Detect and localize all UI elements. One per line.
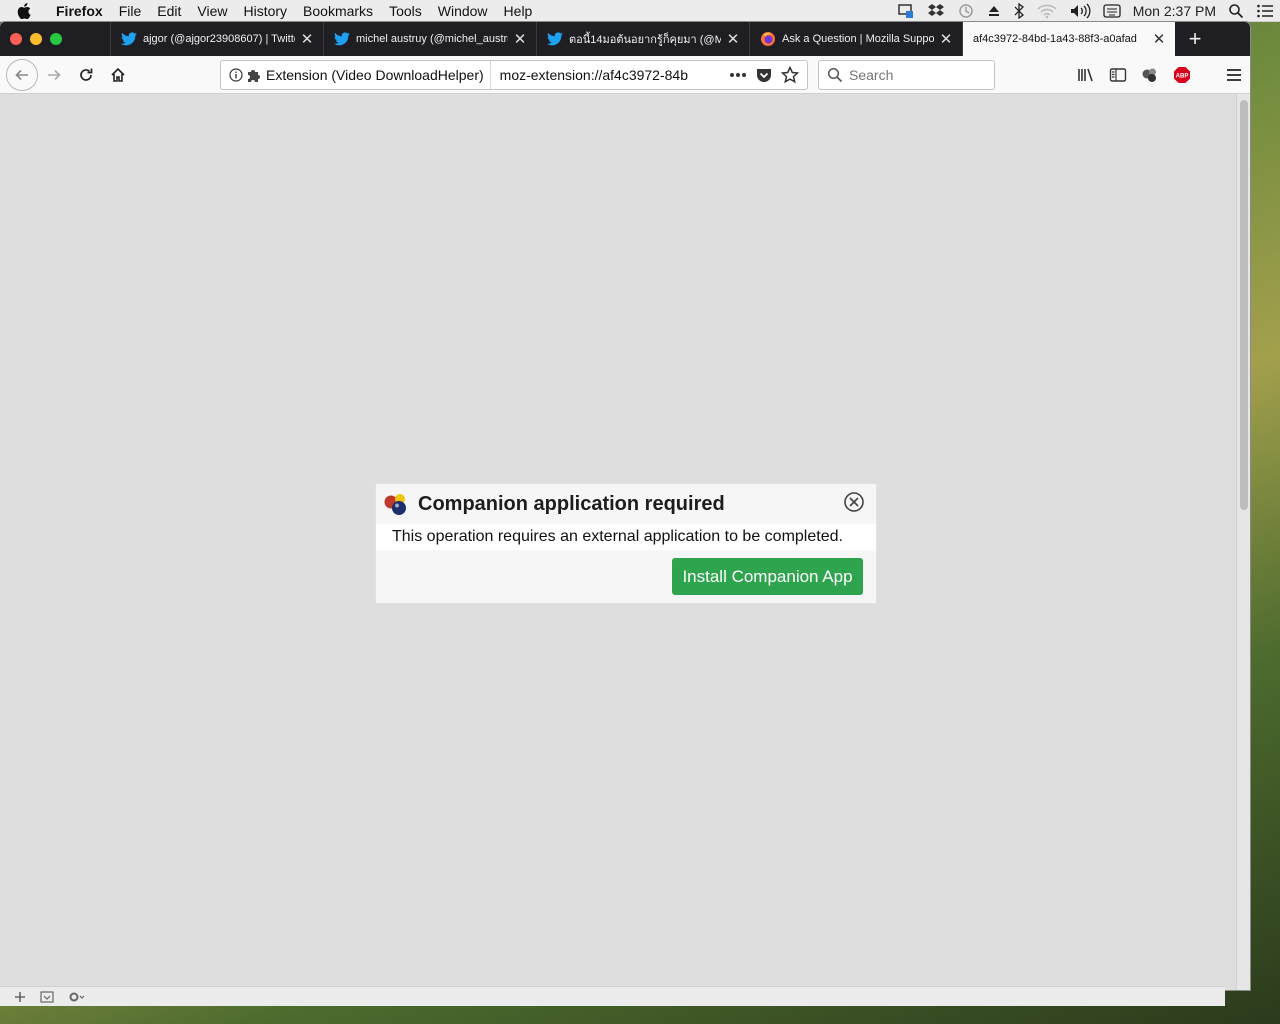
search-input[interactable] <box>849 67 989 83</box>
reload-button[interactable] <box>70 59 102 91</box>
close-tab-icon[interactable]: ✕ <box>512 31 528 48</box>
bookmark-star-icon[interactable] <box>781 66 799 84</box>
menu-edit[interactable]: Edit <box>149 3 189 19</box>
search-icon <box>827 67 843 83</box>
video-downloadhelper-icon[interactable] <box>1134 66 1166 84</box>
close-dialog-icon[interactable] <box>843 491 865 513</box>
page-actions <box>725 61 803 89</box>
identity-label: Extension (Video DownloadHelper) <box>266 67 484 83</box>
menubar-status-area: Mon 2:37 PM <box>891 0 1280 22</box>
search-bar[interactable] <box>818 60 995 90</box>
puzzle-piece-icon <box>248 70 260 82</box>
home-icon <box>111 67 125 82</box>
navigation-toolbar: Extension (Video DownloadHelper) moz-ext… <box>0 56 1250 94</box>
url-text[interactable]: moz-extension://af4c3972-84b <box>491 67 701 83</box>
install-companion-app-button[interactable]: Install Companion App <box>672 558 863 595</box>
twitter-icon <box>121 31 137 47</box>
bottom-strip <box>0 986 1225 1006</box>
window-controls <box>0 22 110 56</box>
scrollbar-thumb[interactable] <box>1240 100 1248 510</box>
reload-icon <box>80 68 93 81</box>
menu-tools[interactable]: Tools <box>381 3 430 19</box>
forward-arrow-icon <box>48 69 61 80</box>
apple-menu-icon[interactable] <box>0 2 48 19</box>
pocket-icon[interactable] <box>755 66 773 84</box>
dropbox-icon[interactable] <box>927 3 945 19</box>
url-bar[interactable]: Extension (Video DownloadHelper) moz-ext… <box>220 60 808 90</box>
svg-text:ABP: ABP <box>1176 74 1189 80</box>
companion-required-dialog: Companion application required This oper… <box>376 484 876 603</box>
close-tab-icon[interactable]: ✕ <box>725 31 741 48</box>
new-tab-button[interactable]: + <box>1175 22 1215 56</box>
tab-twitter-ajgor[interactable]: ajgor (@ajgor23908607) | Twitter ✕ <box>110 22 323 56</box>
menu-view[interactable]: View <box>189 3 235 19</box>
tab-twitter-michel[interactable]: michel austruy (@michel_austruy) ✕ <box>323 22 536 56</box>
firefox-icon <box>760 31 776 47</box>
tab-title: af4c3972-84bd-1a43-88f3-a0afad <box>973 33 1137 45</box>
toolbar-right: ABP <box>1070 56 1250 94</box>
menubar-clock[interactable]: Mon 2:37 PM <box>1133 3 1216 19</box>
add-icon[interactable] <box>14 991 26 1003</box>
adblock-plus-icon[interactable]: ABP <box>1166 66 1198 84</box>
macos-menu-bar: Firefox File Edit View History Bookmarks… <box>0 0 1280 22</box>
screen-share-icon[interactable] <box>897 3 915 19</box>
notification-center-icon[interactable] <box>1256 3 1274 19</box>
menu-help[interactable]: Help <box>496 3 541 19</box>
spotlight-icon[interactable] <box>1228 3 1244 19</box>
time-machine-icon[interactable] <box>957 3 975 19</box>
inbox-icon[interactable] <box>40 990 54 1003</box>
bluetooth-icon[interactable] <box>1013 3 1025 19</box>
dialog-header: Companion application required <box>376 484 876 524</box>
back-arrow-icon <box>15 69 28 80</box>
forward-button[interactable] <box>38 59 70 91</box>
hamburger-menu-icon[interactable] <box>1218 68 1250 82</box>
vertical-scrollbar[interactable] <box>1236 94 1250 990</box>
tab-mozilla-support[interactable]: Ask a Question | Mozilla Support ✕ <box>749 22 962 56</box>
page-content: Companion application required This oper… <box>0 94 1250 990</box>
menu-bookmarks[interactable]: Bookmarks <box>295 3 381 19</box>
volume-icon[interactable] <box>1069 3 1091 19</box>
close-tab-icon[interactable]: ✕ <box>299 31 315 48</box>
close-window-button[interactable] <box>10 33 22 45</box>
close-tab-icon[interactable]: ✕ <box>938 31 954 48</box>
video-downloadhelper-logo-icon <box>383 491 409 517</box>
dialog-message: This operation requires an external appl… <box>376 524 876 550</box>
minimize-window-button[interactable] <box>30 33 42 45</box>
info-icon <box>229 68 243 82</box>
site-identity[interactable]: Extension (Video DownloadHelper) <box>221 61 491 89</box>
tab-title: Ask a Question | Mozilla Support <box>782 33 934 45</box>
firefox-window: ajgor (@ajgor23908607) | Twitter ✕ miche… <box>0 22 1250 990</box>
gear-icon[interactable] <box>68 991 86 1003</box>
menu-history[interactable]: History <box>235 3 295 19</box>
menu-app-name[interactable]: Firefox <box>48 3 111 19</box>
page-actions-menu-icon[interactable] <box>729 72 747 78</box>
tab-strip: ajgor (@ajgor23908607) | Twitter ✕ miche… <box>0 22 1250 56</box>
tab-title: ตอนี้14มอต้นอยากรู้ก็คุยมา (@M <box>569 34 721 46</box>
input-source-icon[interactable] <box>1103 3 1121 19</box>
twitter-icon <box>334 31 350 47</box>
tab-twitter-thai[interactable]: ตอนี้14มอต้นอยากรู้ก็คุยมา (@M ✕ <box>536 22 749 56</box>
home-button[interactable] <box>102 59 134 91</box>
menu-file[interactable]: File <box>111 3 150 19</box>
wifi-icon[interactable] <box>1037 3 1057 19</box>
tab-title: ajgor (@ajgor23908607) | Twitter <box>143 33 295 45</box>
library-icon[interactable] <box>1070 67 1102 83</box>
menu-window[interactable]: Window <box>430 3 496 19</box>
tab-extension-page[interactable]: af4c3972-84bd-1a43-88f3-a0afad ✕ <box>962 22 1175 56</box>
close-tab-icon[interactable]: ✕ <box>1151 31 1167 48</box>
sidebar-toggle-icon[interactable] <box>1102 67 1134 83</box>
back-button[interactable] <box>6 58 38 91</box>
eject-icon[interactable] <box>987 4 1001 18</box>
zoom-window-button[interactable] <box>50 33 62 45</box>
dialog-footer: Install Companion App <box>376 550 876 603</box>
tab-title: michel austruy (@michel_austruy) <box>356 33 508 45</box>
twitter-icon <box>547 31 563 47</box>
dialog-title: Companion application required <box>418 492 725 515</box>
